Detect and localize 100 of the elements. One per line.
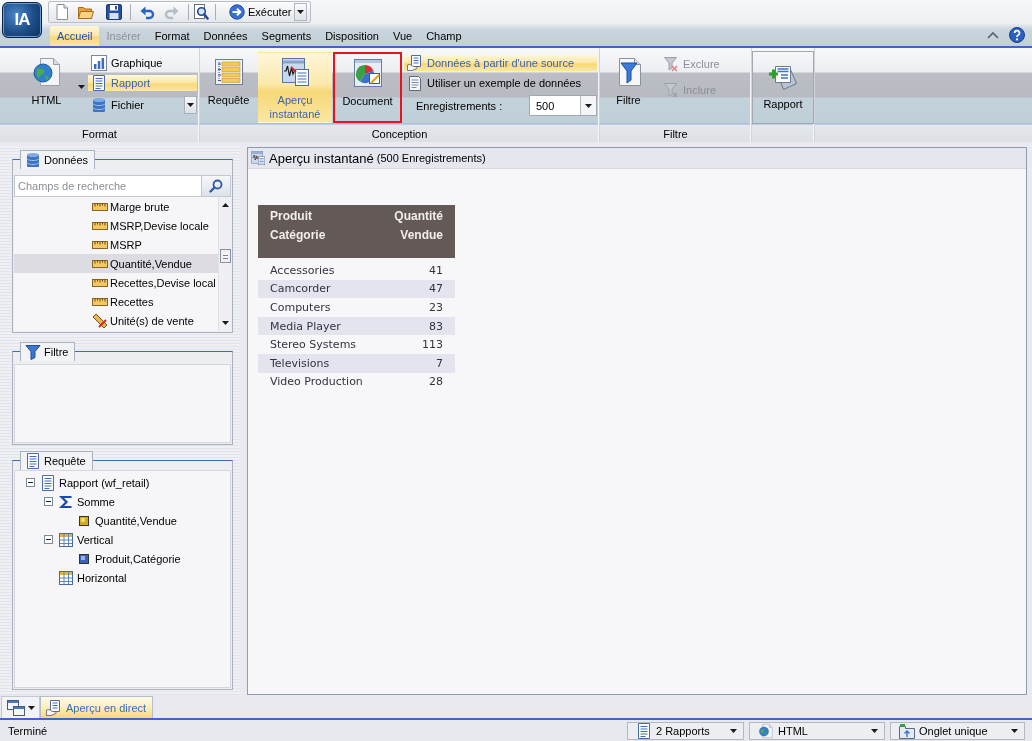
caret-icon (1011, 728, 1018, 733)
pie-chart-document-icon (351, 57, 384, 89)
records-select[interactable]: 500 (529, 95, 597, 116)
menu-tab[interactable]: Accueil (50, 26, 100, 46)
caret-icon (585, 103, 592, 108)
instant-preview-button[interactable]: Aperçu instantané (258, 52, 332, 123)
app-logo[interactable]: IA (2, 2, 42, 38)
run-menu-button[interactable] (294, 3, 308, 21)
list-icon (212, 56, 245, 88)
collapse-toggle-icon[interactable] (44, 535, 53, 544)
document-button[interactable]: Document (333, 52, 402, 123)
table-cell-text: Media Player (270, 319, 342, 333)
menu-tab[interactable]: Disposition (318, 26, 386, 46)
status-text: Terminé (7, 724, 48, 737)
status-select[interactable]: Onglet unique (890, 721, 1025, 740)
caret-icon[interactable] (221, 203, 229, 207)
field-item[interactable]: Recettes (14, 292, 218, 311)
tree-item[interactable]: Horizontal (77, 571, 127, 584)
query-button[interactable]: Requête (205, 52, 252, 123)
table-cell: 113 (422, 338, 443, 352)
document-icon (40, 474, 56, 491)
search-field[interactable]: Champs de recherche (14, 175, 202, 197)
globe-document-icon (30, 56, 63, 88)
funnel-cross-icon (663, 56, 679, 72)
data-source-option[interactable]: Données à partir d'une source (404, 55, 597, 71)
file-button[interactable]: Fichier (88, 95, 184, 115)
tree-item[interactable]: Quantité,Vendue (95, 514, 177, 527)
status-select[interactable]: HTML (749, 721, 885, 740)
database-icon (25, 152, 41, 168)
scrollbar[interactable] (218, 197, 231, 331)
status-select[interactable]: 2 Rapports (627, 721, 744, 740)
collapse-ribbon-icon[interactable] (987, 30, 999, 39)
collapse-toggle-icon[interactable] (26, 478, 35, 487)
windows-icon (6, 699, 25, 716)
table-cell: 83 (429, 319, 443, 333)
undo-icon[interactable] (139, 4, 155, 20)
caret-icon[interactable] (221, 321, 229, 325)
panel-title: Requête (44, 455, 86, 467)
tree-item[interactable]: Rapport (wf_retail) (59, 476, 150, 489)
chart-button[interactable]: Graphique (88, 55, 197, 71)
bar-chart-icon (91, 55, 107, 71)
field-item[interactable]: Recettes,Devise local (14, 273, 218, 292)
magnifier-document-icon[interactable] (193, 4, 209, 20)
ruler-icon (92, 296, 108, 307)
table-cell-text: Televisions (270, 356, 331, 370)
ruler-pencil-icon (92, 312, 108, 329)
dropdown-button[interactable] (184, 96, 197, 114)
group-label: Filtre (662, 126, 689, 142)
field-marker-icon (79, 553, 89, 564)
tree-item[interactable]: Somme (77, 495, 115, 508)
caret-icon (27, 705, 35, 710)
field-item[interactable]: MSRP,Devise locale (14, 216, 218, 235)
menu-tab[interactable]: Segments (254, 26, 319, 46)
run-button[interactable]: Exécuter (226, 3, 295, 21)
table-cell: 28 (429, 375, 443, 389)
caret-icon (187, 103, 194, 107)
field-item[interactable]: Unité(s) de vente (14, 311, 218, 330)
panel-title: Filtre (44, 346, 69, 358)
field-item[interactable]: Marge brute (14, 197, 218, 216)
caret-icon[interactable] (78, 84, 85, 89)
column-header: Quantité Vendue (394, 208, 443, 244)
sample-data-option[interactable]: Utiliser un exemple de données (404, 75, 597, 91)
view-menu-button[interactable] (1, 696, 40, 718)
field-marker-icon (79, 515, 89, 526)
tree-item[interactable]: Vertical (77, 533, 114, 546)
filter-button[interactable]: Filtre (605, 52, 652, 123)
menu-tab[interactable]: Format (147, 26, 197, 46)
document-icon (91, 75, 107, 91)
folder-icon[interactable] (78, 4, 94, 20)
document-icon (636, 722, 652, 739)
record-count: (500 Enregistrements) (376, 152, 486, 164)
view-tab[interactable]: Aperçu en direct (40, 696, 154, 718)
field-item[interactable]: Quantité,Vendue (14, 254, 218, 273)
new-document-icon[interactable] (54, 4, 70, 20)
table-grid-icon (59, 570, 73, 585)
caret-icon (730, 728, 737, 733)
hand-document-icon (407, 55, 423, 71)
new-report-button[interactable]: Rapport (752, 51, 814, 124)
table-grid-icon (59, 532, 73, 547)
save-icon[interactable] (106, 4, 122, 20)
table-cell-text: Accessories (270, 263, 336, 277)
records-label: Enregistrements : (415, 99, 504, 112)
menu-tab[interactable]: Vue (385, 26, 420, 46)
table-cell-text: Stereo Systems (270, 338, 358, 352)
ruler-icon (92, 277, 108, 288)
ruler-icon (92, 201, 108, 212)
menu-tab[interactable]: Champ (419, 26, 469, 46)
search-button[interactable] (202, 175, 231, 197)
group-label: Conception (370, 126, 429, 142)
sum-icon (59, 494, 73, 509)
tree-item[interactable]: Produit,Catégorie (95, 552, 181, 565)
report-button[interactable]: Rapport (88, 75, 197, 91)
html-format-button[interactable]: HTML (18, 52, 75, 123)
ruler-icon (92, 220, 108, 231)
collapse-toggle-icon[interactable] (44, 497, 53, 506)
menu-tab[interactable]: Données (196, 26, 255, 46)
help-icon[interactable] (1009, 26, 1025, 43)
column-header: Produit Catégorie (270, 208, 327, 244)
field-item[interactable]: MSRP (14, 235, 218, 254)
scroll-thumb[interactable] (219, 249, 231, 263)
